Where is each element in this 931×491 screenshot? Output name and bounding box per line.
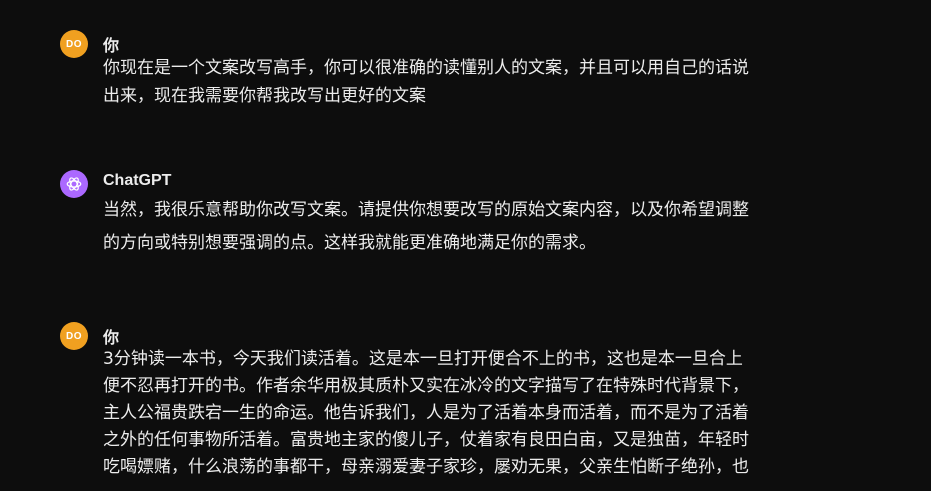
message-line: 便不忍再打开的书。作者余华用极其质朴又实在冰冷的文字描写了在特殊时代背景下， (103, 376, 749, 396)
message-author: ChatGPT (103, 172, 172, 189)
message-line: 之外的任何事物所活着。富贵地主家的傻儿子，仗着家有良田白亩，又是独苗，年轻时 (103, 430, 749, 450)
user-avatar: DO (60, 30, 88, 58)
message-text: 3分钟读一本书，今天我们读活着。这是本一旦打开便合不上的书，这也是本一旦合上 便… (103, 346, 843, 481)
message-line: 主人公福贵跌宕一生的命运。他告诉我们，人是为了活着本身而活着，而不是为了活着 (103, 403, 749, 423)
message-line: 3分钟读一本书，今天我们读活着。这是本一旦打开便合不上的书，这也是本一旦合上 (103, 349, 743, 369)
message-author: 你 (103, 38, 120, 55)
message-line: 的方向或特别想要强调的点。这样我就能更准确地满足你的需求。 (103, 233, 596, 253)
assistant-avatar (60, 170, 88, 198)
message-text: 你现在是一个文案改写高手，你可以很准确的读懂别人的文案，并且可以用自己的话说 出… (103, 54, 843, 110)
openai-logo-icon (66, 177, 82, 191)
user-avatar-initials: DO (66, 38, 82, 50)
message-line: 出来，现在我需要你帮我改写出更好的文案 (103, 86, 426, 106)
user-avatar-initials: DO (66, 330, 82, 342)
message-line: 吃喝嫖赌，什么浪荡的事都干，母亲溺爱妻子家珍，屡劝无果，父亲生怕断子绝孙，也 (103, 457, 749, 477)
message-text: 当然，我很乐意帮助你改写文案。请提供你想要改写的原始文案内容，以及你希望调整 的… (103, 194, 843, 260)
message-line: 当然，我很乐意帮助你改写文案。请提供你想要改写的原始文案内容，以及你希望调整 (103, 200, 749, 220)
message-author: 你 (103, 330, 120, 347)
user-avatar: DO (60, 322, 88, 350)
message-line: 你现在是一个文案改写高手，你可以很准确的读懂别人的文案，并且可以用自己的话说 (103, 58, 749, 78)
